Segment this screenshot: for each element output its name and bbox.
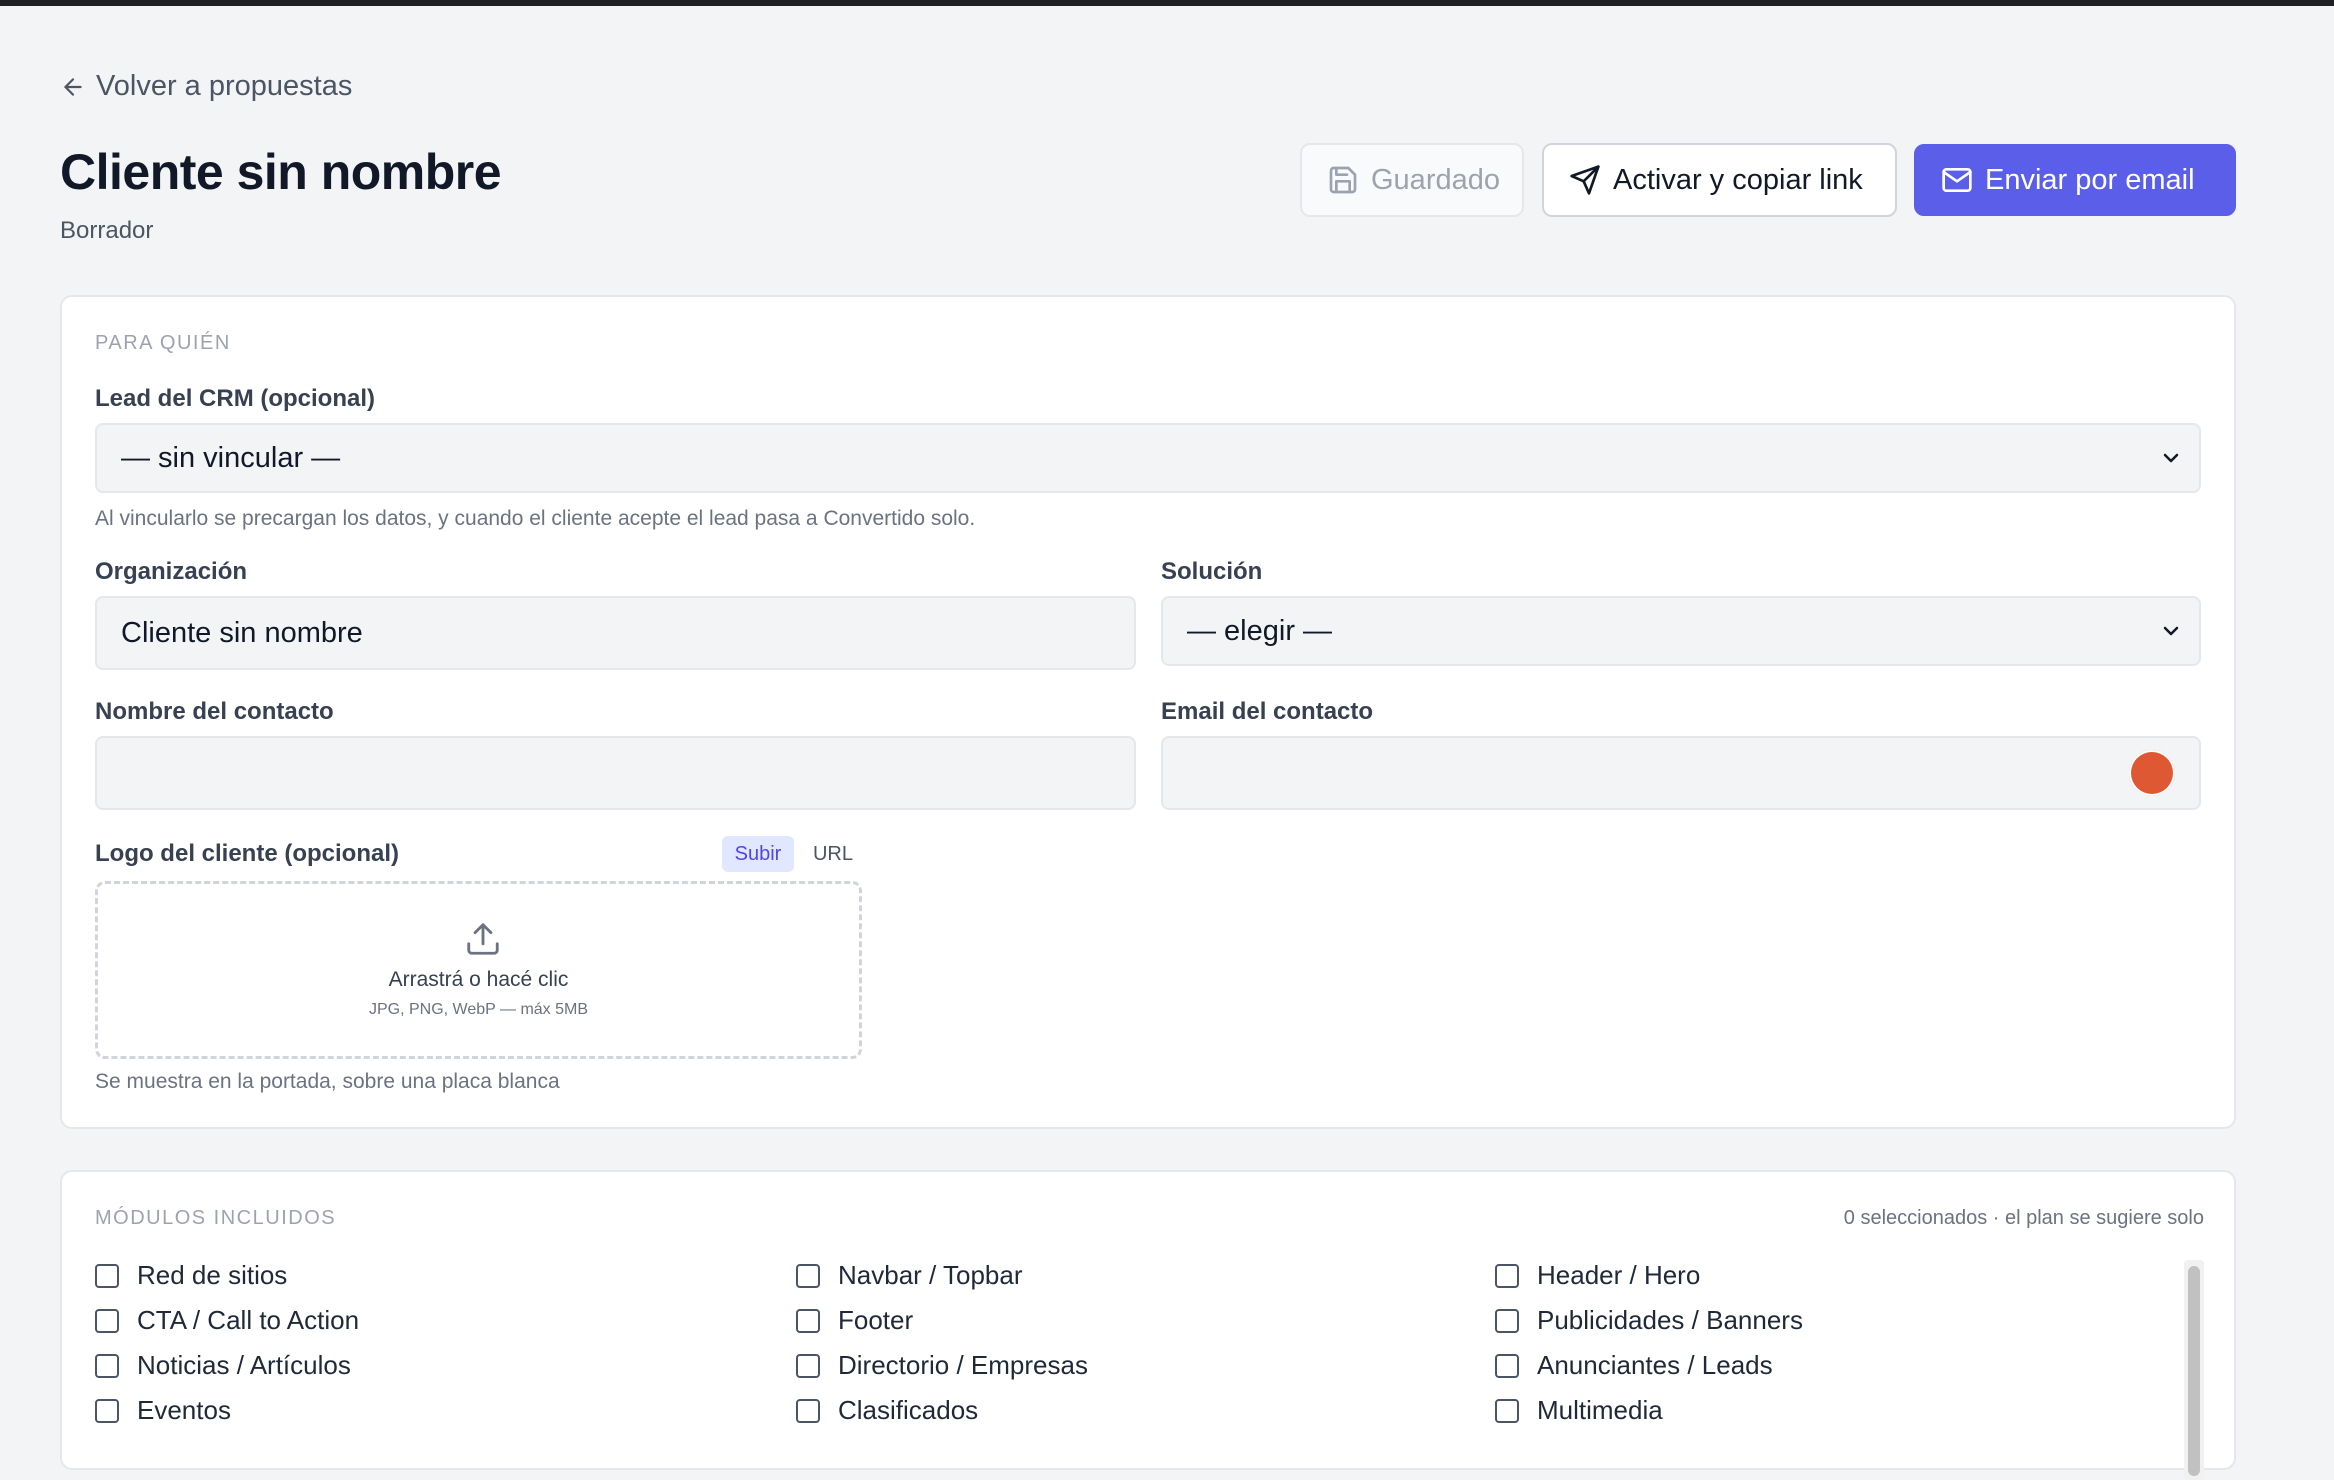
module-label: Header / Hero [1537, 1260, 1701, 1290]
module-label: Clasificados [838, 1395, 979, 1425]
module-label: CTA / Call to Action [137, 1305, 360, 1335]
nombre-contacto-label: Nombre del contacto [95, 698, 334, 725]
module-checkbox-item[interactable]: Anunciantes / Leads [1495, 1350, 1773, 1381]
lead-select[interactable]: — sin vincular — [95, 423, 2201, 493]
dropzone-sub-text: JPG, PNG, WebP — máx 5MB [368, 1001, 589, 1018]
checkbox[interactable] [796, 1263, 820, 1288]
organizacion-label: Organización [95, 558, 248, 585]
module-checkbox-item[interactable]: Footer [796, 1305, 913, 1336]
module-checkbox-item[interactable]: Directorio / Empresas [796, 1350, 1088, 1381]
lead-label: Lead del CRM (opcional) [95, 385, 376, 412]
logo-label: Logo del cliente (opcional) [95, 840, 400, 867]
save-icon [1329, 166, 1357, 194]
organizacion-value: Cliente sin nombre [121, 616, 363, 649]
module-label: Eventos [137, 1395, 231, 1425]
organizacion-input[interactable]: Cliente sin nombre [95, 596, 1136, 670]
module-label: Noticias / Artículos [137, 1350, 351, 1380]
checkbox[interactable] [1495, 1353, 1519, 1378]
back-to-proposals-link[interactable]: Volver a propuestas [60, 70, 352, 103]
checkbox[interactable] [796, 1398, 820, 1423]
checkbox[interactable] [796, 1353, 820, 1378]
module-checkbox-item[interactable]: Eventos [95, 1395, 231, 1426]
activate-button-label: Activar y copiar link [1613, 163, 1863, 196]
module-checkbox-item[interactable]: Header / Hero [1495, 1260, 1700, 1291]
checkbox[interactable] [1495, 1308, 1519, 1333]
module-checkbox-item[interactable]: Noticias / Artículos [95, 1350, 351, 1381]
duckduckgo-email-protection-icon[interactable] [2129, 750, 2175, 796]
module-checkbox-item[interactable]: CTA / Call to Action [95, 1305, 359, 1336]
module-label: Directorio / Empresas [838, 1350, 1088, 1380]
send-icon [1570, 165, 1600, 195]
module-label: Multimedia [1537, 1395, 1663, 1425]
saved-button-label: Guardado [1371, 163, 1500, 196]
nombre-contacto-input[interactable] [95, 736, 1136, 810]
checkbox[interactable] [1495, 1263, 1519, 1288]
mail-icon [1942, 168, 1972, 192]
checkbox[interactable] [95, 1308, 119, 1333]
top-bar [0, 0, 2334, 6]
back-label: Volver a propuestas [96, 70, 353, 102]
solucion-select[interactable]: — elegir — [1161, 596, 2201, 666]
section-title-modulos: MÓDULOS INCLUIDOS [95, 1207, 337, 1229]
module-label: Navbar / Topbar [838, 1260, 1023, 1290]
page-title: Cliente sin nombre [60, 144, 502, 200]
module-checkbox-item[interactable]: Publicidades / Banners [1495, 1305, 1803, 1336]
module-label: Footer [838, 1305, 914, 1335]
para-quien-card: PARA QUIÉN Lead del CRM (opcional) — sin… [60, 295, 2236, 1129]
module-label: Red de sitios [137, 1260, 288, 1290]
selected-count: 0 seleccionados · el plan se sugiere sol… [1843, 1207, 2204, 1229]
module-label: Anunciantes / Leads [1537, 1350, 1773, 1380]
activate-copy-link-button[interactable]: Activar y copiar link [1542, 143, 1897, 217]
scrollbar-thumb[interactable] [2188, 1266, 2200, 1476]
chevron-down-icon [2163, 626, 2179, 636]
chevron-down-icon [2163, 453, 2179, 463]
saved-button[interactable]: Guardado [1300, 143, 1524, 217]
module-checkbox-item[interactable]: Multimedia [1495, 1395, 1663, 1426]
checkbox[interactable] [796, 1308, 820, 1333]
send-email-button[interactable]: Enviar por email [1914, 144, 2236, 216]
modules-scrollbar[interactable] [2184, 1260, 2204, 1480]
email-contacto-label: Email del contacto [1161, 698, 1374, 725]
solucion-label: Solución [1161, 558, 1263, 585]
checkbox[interactable] [95, 1398, 119, 1423]
solucion-select-value: — elegir — [1187, 614, 1333, 647]
logo-hint: Se muestra en la portada, sobre una plac… [95, 1070, 560, 1093]
logo-upload-tab[interactable]: Subir [722, 836, 794, 872]
checkbox[interactable] [1495, 1398, 1519, 1423]
module-checkbox-item[interactable]: Navbar / Topbar [796, 1260, 1023, 1291]
arrow-left-icon [64, 77, 82, 96]
checkbox[interactable] [95, 1263, 119, 1288]
checkbox[interactable] [95, 1353, 119, 1378]
dropzone-main-text: Arrastrá o hacé clic [388, 968, 569, 991]
module-label: Publicidades / Banners [1537, 1305, 1803, 1335]
send-email-label: Enviar por email [1985, 163, 2195, 196]
module-checkbox-item[interactable]: Red de sitios [95, 1260, 287, 1291]
email-contacto-input[interactable] [1161, 736, 2201, 810]
module-checkbox-item[interactable]: Clasificados [796, 1395, 978, 1426]
modulos-card: MÓDULOS INCLUIDOS 0 seleccionados · el p… [60, 1170, 2236, 1480]
lead-select-value: — sin vincular — [121, 441, 341, 474]
upload-icon [467, 923, 499, 955]
section-title-para-quien: PARA QUIÉN [95, 332, 231, 354]
logo-url-tab[interactable]: URL [808, 836, 858, 872]
lead-hint: Al vincularlo se precargan los datos, y … [95, 507, 976, 530]
status-text: Borrador [60, 217, 154, 244]
